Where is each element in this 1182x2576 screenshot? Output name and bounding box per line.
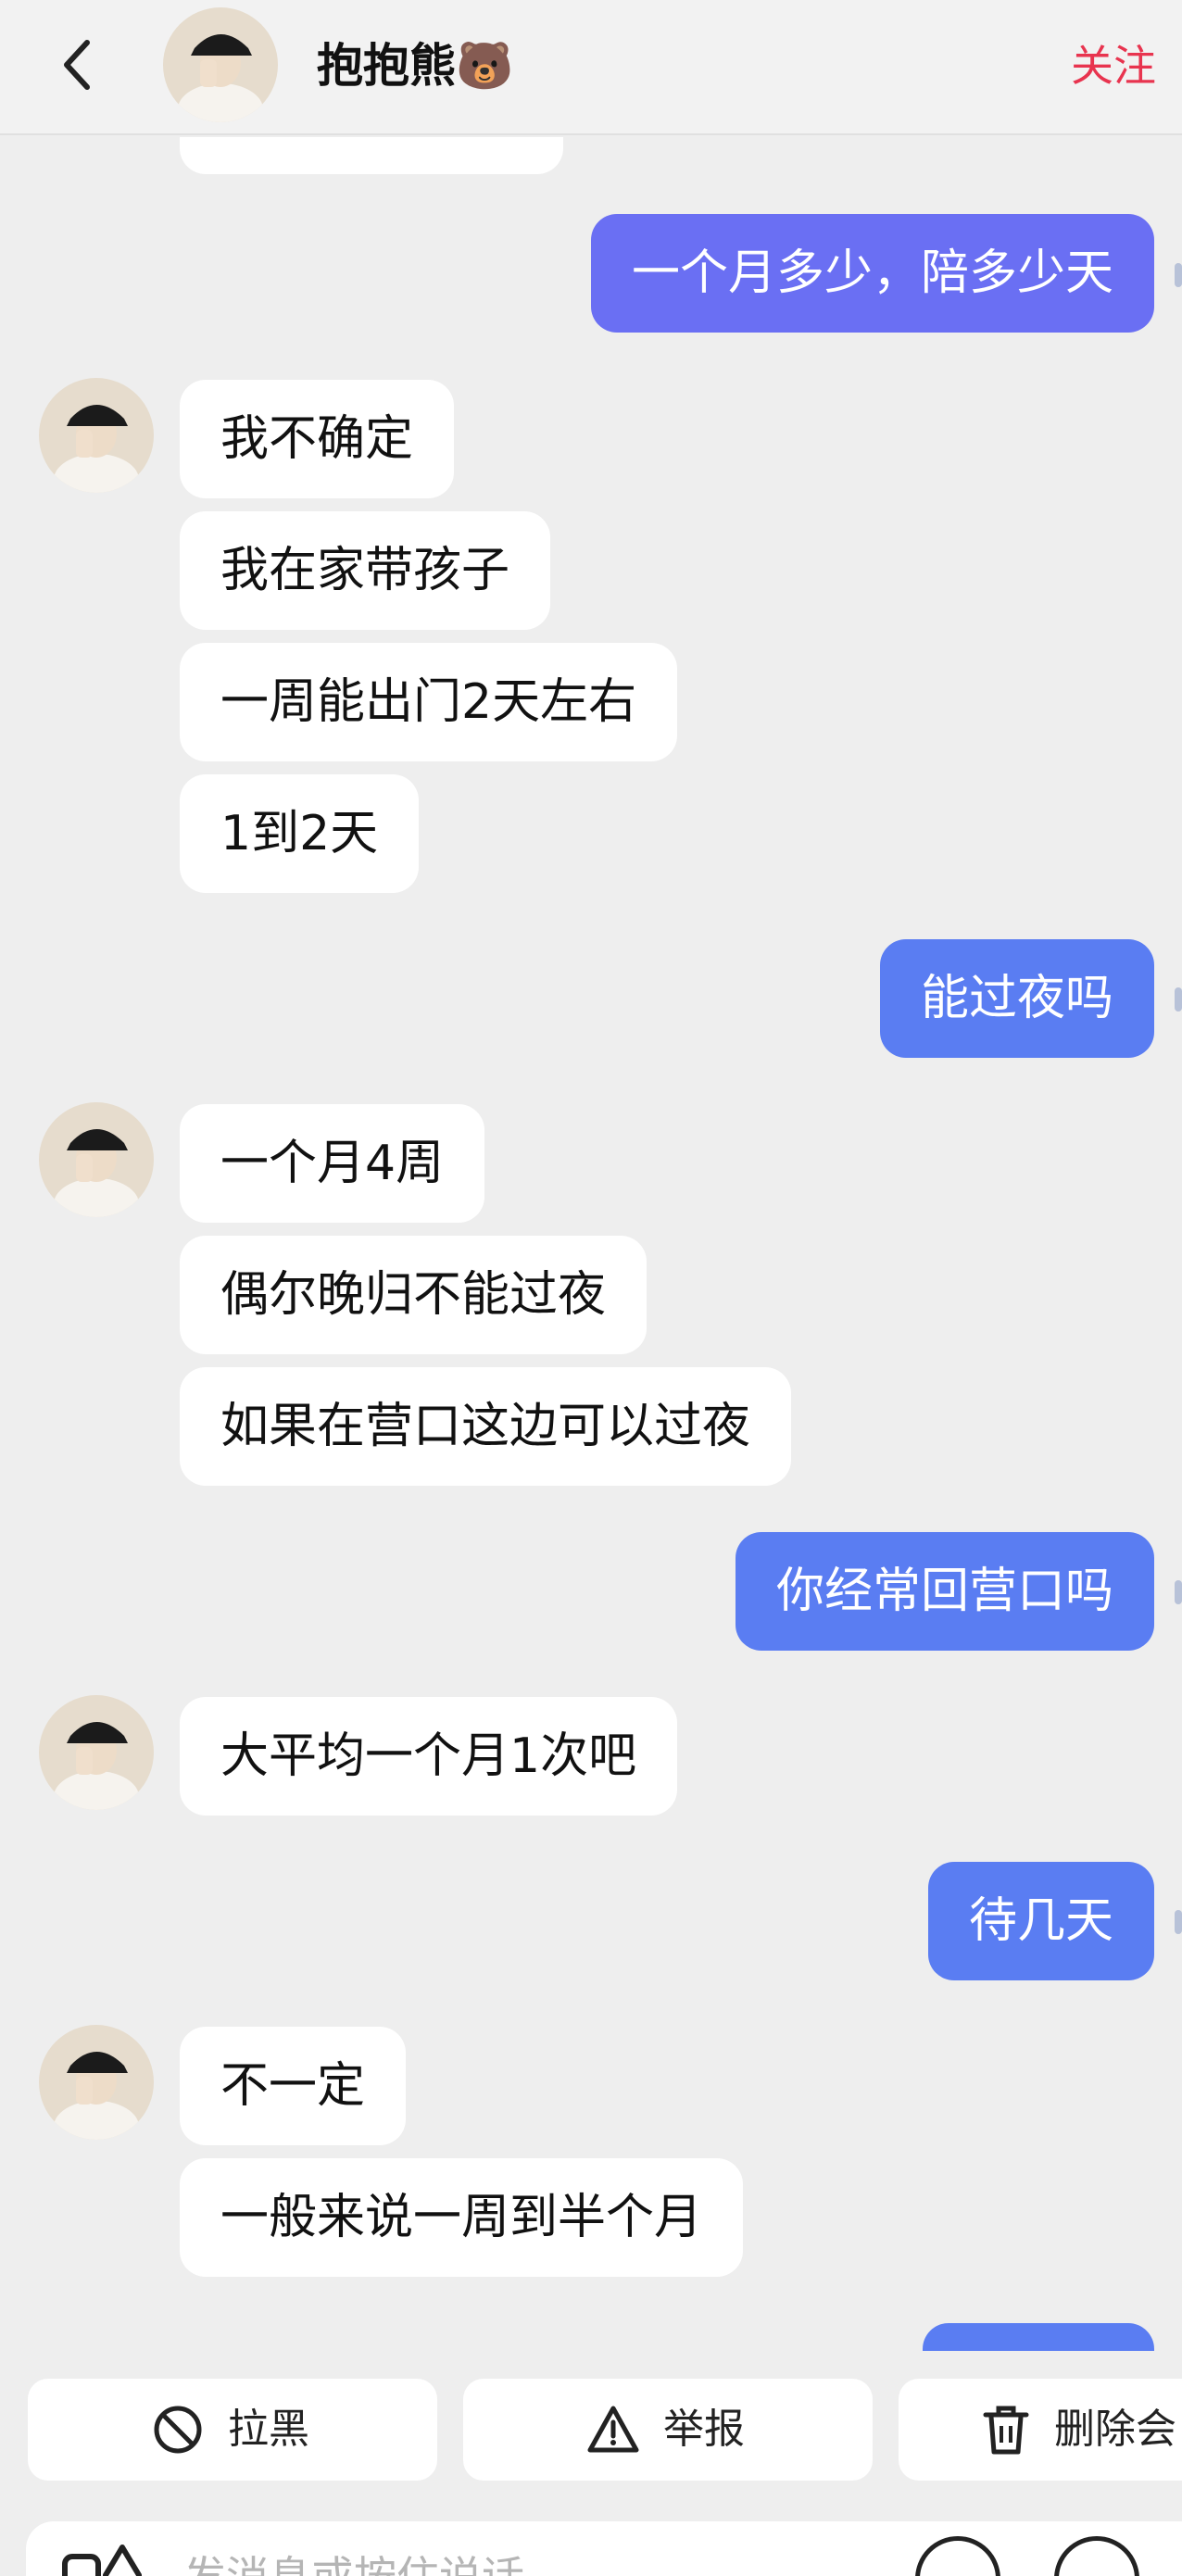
message-bubble[interactable]: 一个月多少，陪多少天 <box>590 214 1154 333</box>
message-bubble[interactable]: 你经常回营口吗 <box>735 1532 1154 1651</box>
avatar[interactable] <box>39 2025 154 2140</box>
avatar[interactable] <box>39 1695 154 1810</box>
report-button[interactable]: 举报 <box>463 2379 873 2481</box>
avatar[interactable] <box>39 378 154 493</box>
follow-button[interactable]: 关注 <box>1071 33 1156 98</box>
plus-icon[interactable] <box>1054 2536 1139 2576</box>
message-bubble[interactable] <box>923 2323 1154 2351</box>
message-status-mark <box>1175 1580 1182 1604</box>
message-bubble[interactable]: 能过夜吗 <box>879 939 1154 1058</box>
message-status-mark <box>1175 1910 1182 1934</box>
message-status-mark <box>1175 263 1182 287</box>
back-button[interactable] <box>52 37 107 93</box>
chat-header: 抱抱熊🐻 关注 <box>0 0 1182 135</box>
block-icon <box>154 2406 202 2454</box>
trash-icon <box>983 2406 1029 2455</box>
message-input[interactable] <box>183 2540 832 2576</box>
message-bubble[interactable]: 我不确定 <box>180 380 455 498</box>
chat-screen: 抱抱熊🐻 关注 一个月多少，陪多少天 我不确定 我在家带孩子 一周能出门2天左右… <box>0 0 1182 2576</box>
message-bubble[interactable]: 一般来说一周到半个月 <box>180 2158 744 2277</box>
block-label: 拉黑 <box>228 2406 309 2453</box>
message-bubble[interactable]: 不一定 <box>180 2027 407 2145</box>
avatar[interactable] <box>39 1102 154 1217</box>
message-status-mark <box>1175 987 1182 1012</box>
delete-chat-button[interactable]: 删除会 <box>899 2379 1182 2481</box>
message-list[interactable]: 一个月多少，陪多少天 我不确定 我在家带孩子 一周能出门2天左右 1到2天 能过… <box>0 137 1182 2351</box>
block-button[interactable]: 拉黑 <box>28 2379 437 2481</box>
message-bubble[interactable]: 如果在营口这边可以过夜 <box>180 1367 792 1486</box>
warning-icon <box>587 2406 639 2453</box>
emoji-icon[interactable] <box>915 2536 1000 2576</box>
message-bubble[interactable]: 大平均一个月1次吧 <box>180 1697 678 1816</box>
delete-chat-label: 删除会 <box>1054 2406 1176 2453</box>
message-bubble[interactable]: 我在家带孩子 <box>180 511 551 630</box>
message-composer <box>26 2521 1182 2576</box>
message-bubble[interactable] <box>180 137 563 174</box>
message-bubble[interactable]: 一个月4周 <box>180 1104 485 1223</box>
report-label: 举报 <box>663 2406 745 2453</box>
shop-icon[interactable] <box>59 2538 152 2576</box>
message-bubble[interactable]: 待几天 <box>927 1862 1154 1980</box>
message-bubble[interactable]: 1到2天 <box>180 774 420 893</box>
message-bubble[interactable]: 一周能出门2天左右 <box>180 643 678 761</box>
action-bar: 拉黑 举报 删除会 <box>0 2379 1182 2488</box>
message-bubble[interactable]: 偶尔晚归不能过夜 <box>180 1236 648 1354</box>
chevron-left-icon <box>64 40 90 90</box>
contact-name: 抱抱熊🐻 <box>317 39 514 93</box>
contact-avatar[interactable] <box>163 7 278 122</box>
